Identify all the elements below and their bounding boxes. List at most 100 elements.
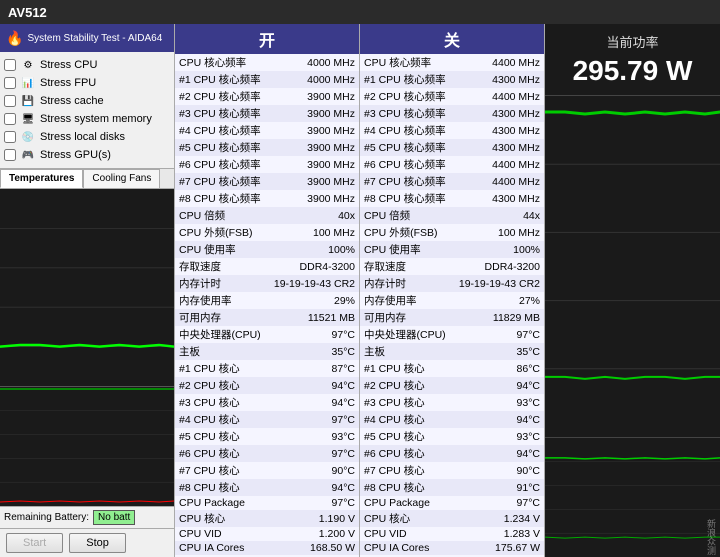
table-row: CPU 核心1.190 V	[175, 510, 359, 527]
table-row: #7 CPU 核心90°C	[175, 462, 359, 479]
stress-gpu-label: Stress GPU(s)	[40, 149, 111, 161]
table-row: 内存使用率29%	[175, 292, 359, 309]
row-value: DDR4-3200	[267, 258, 359, 275]
row-label: CPU VID	[175, 527, 267, 541]
table-row: #2 CPU 核心94°C	[360, 377, 544, 394]
row-label: #3 CPU 核心	[360, 394, 452, 411]
row-value: 1.283 V	[452, 527, 544, 541]
stress-memory-checkbox[interactable]	[4, 113, 16, 125]
row-label: #1 CPU 核心	[360, 360, 452, 377]
stop-button[interactable]: Stop	[69, 533, 126, 553]
main-area: 🔥 System Stability Test - AIDA64 ⚙ Stres…	[0, 24, 720, 557]
stress-disks-label: Stress local disks	[40, 131, 125, 143]
table-row: #4 CPU 核心频率3900 MHz	[175, 122, 359, 139]
table-row: #1 CPU 核心频率4300 MHz	[360, 71, 544, 88]
row-label: #5 CPU 核心	[360, 428, 452, 445]
stress-cpu-checkbox[interactable]	[4, 59, 16, 71]
row-label: #4 CPU 核心	[175, 411, 267, 428]
stress-cache-checkbox[interactable]	[4, 95, 16, 107]
stress-item-cache: 💾 Stress cache	[4, 92, 170, 110]
row-label: 主板	[360, 343, 452, 360]
fire-icon: 🔥	[6, 30, 23, 47]
buttons-row: Start Stop	[0, 528, 174, 557]
row-label: #7 CPU 核心频率	[360, 173, 452, 190]
row-value: 11521 MB	[267, 309, 359, 326]
row-value: 4300 MHz	[452, 139, 544, 156]
stress-item-memory: 🖥 Stress system memory	[4, 110, 170, 128]
table-row: CPU 倍频44x	[360, 207, 544, 224]
table-row: #5 CPU 核心93°C	[175, 428, 359, 445]
row-label: #3 CPU 核心	[175, 394, 267, 411]
row-value: 40x	[267, 207, 359, 224]
right-top-svg	[545, 96, 720, 437]
right-bottom-chart: 100% 15% 0:10:55 新浪众测	[545, 437, 720, 557]
row-label: #2 CPU 核心频率	[360, 88, 452, 105]
stress-gpu-checkbox[interactable]	[4, 149, 16, 161]
stress-item-fpu: 📊 Stress FPU	[4, 74, 170, 92]
row-value: 94°C	[452, 411, 544, 428]
row-value: 175.67 W	[452, 541, 544, 555]
table-row: CPU 核心1.234 V	[360, 510, 544, 527]
off-column-header: 关	[360, 24, 544, 54]
right-top-chart: 99 87 35	[545, 96, 720, 437]
row-label: CPU VID	[360, 527, 452, 541]
row-label: CPU IA Cores	[175, 541, 267, 555]
off-column: 关 CPU 核心频率4400 MHz#1 CPU 核心频率4300 MHz#2 …	[360, 24, 545, 557]
row-value: 4300 MHz	[452, 105, 544, 122]
temperature-chart: Motherboard 100°C 0°C	[0, 189, 174, 386]
row-label: 内存使用率	[175, 292, 267, 309]
stress-cpu-label: Stress CPU	[40, 59, 97, 71]
row-label: CPU 核心频率	[175, 54, 267, 71]
table-row: CPU 外频(FSB)100 MHz	[175, 224, 359, 241]
tab-temperatures[interactable]: Temperatures	[0, 169, 83, 188]
row-label: 内存使用率	[360, 292, 452, 309]
row-value: 97°C	[452, 496, 544, 510]
row-label: CPU 核心	[175, 510, 267, 527]
gpu-icon: 🎮	[20, 147, 36, 163]
row-value: 1.234 V	[452, 510, 544, 527]
row-label: #3 CPU 核心频率	[360, 105, 452, 122]
row-value: 4400 MHz	[452, 173, 544, 190]
row-value: 4400 MHz	[452, 156, 544, 173]
row-label: #7 CPU 核心	[175, 462, 267, 479]
table-row: #2 CPU 核心频率4400 MHz	[360, 88, 544, 105]
table-row: CPU Package97°C	[360, 496, 544, 510]
row-value: 19-19-19-43 CR2	[267, 275, 359, 292]
table-row: #2 CPU 核心94°C	[175, 377, 359, 394]
table-row: #5 CPU 核心93°C	[360, 428, 544, 445]
on-column-header: 开	[175, 24, 359, 54]
tab-cooling-fans[interactable]: Cooling Fans	[83, 169, 160, 188]
row-value: DDR4-3200	[452, 258, 544, 275]
row-label: 存取速度	[360, 258, 452, 275]
disk-icon: 💿	[20, 129, 36, 145]
row-label: #2 CPU 核心	[175, 377, 267, 394]
table-row: 内存使用率27%	[360, 292, 544, 309]
start-button[interactable]: Start	[6, 533, 63, 553]
row-label: 主板	[175, 343, 267, 360]
row-value: 1.190 V	[267, 510, 359, 527]
table-row: CPU IA Cores175.67 W	[360, 541, 544, 555]
row-value: 94°C	[267, 479, 359, 496]
row-label: CPU 核心频率	[360, 54, 452, 71]
cpu-usage-chart: 100% 0%	[0, 386, 174, 506]
table-row: #6 CPU 核心频率4400 MHz	[360, 156, 544, 173]
stress-fpu-label: Stress FPU	[40, 77, 96, 89]
stress-disks-checkbox[interactable]	[4, 131, 16, 143]
row-label: CPU IA Cores	[360, 541, 452, 555]
table-row: CPU Package97°C	[175, 496, 359, 510]
row-value: 29%	[267, 292, 359, 309]
row-label: #5 CPU 核心频率	[175, 139, 267, 156]
table-row: CPU VID1.200 V	[175, 527, 359, 541]
row-label: 内存计时	[175, 275, 267, 292]
row-label: #4 CPU 核心频率	[360, 122, 452, 139]
row-label: #5 CPU 核心频率	[360, 139, 452, 156]
row-label: CPU 核心	[360, 510, 452, 527]
table-row: 中央处理器(CPU)97°C	[360, 326, 544, 343]
row-label: 可用内存	[360, 309, 452, 326]
row-label: #5 CPU 核心	[175, 428, 267, 445]
row-label: #7 CPU 核心频率	[175, 173, 267, 190]
row-value: 97°C	[267, 496, 359, 510]
app-subtitle: System Stability Test - AIDA64	[27, 33, 162, 44]
table-row: #3 CPU 核心频率3900 MHz	[175, 105, 359, 122]
stress-fpu-checkbox[interactable]	[4, 77, 16, 89]
